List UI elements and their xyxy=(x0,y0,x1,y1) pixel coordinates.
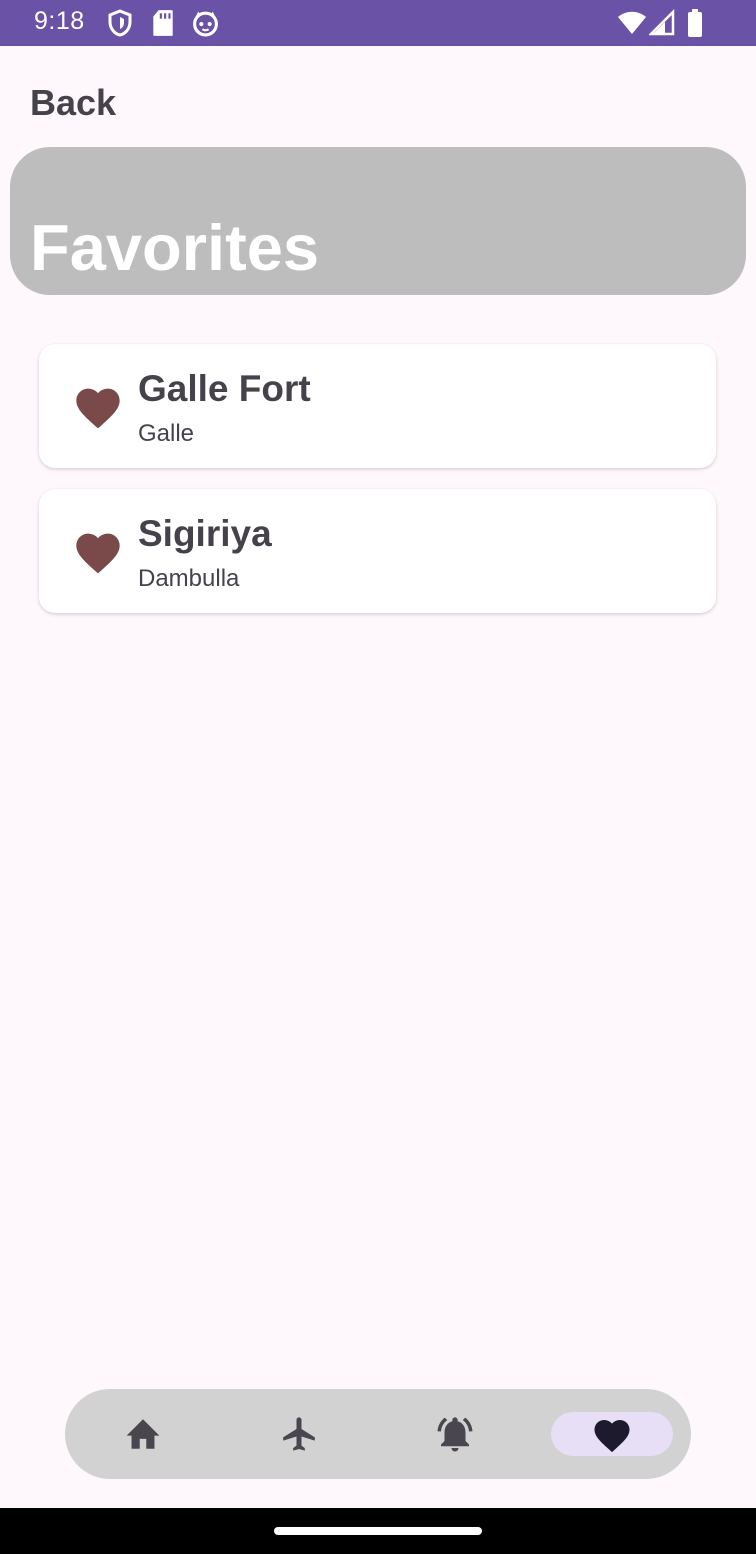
favorite-card[interactable]: Sigiriya Dambulla xyxy=(39,489,716,613)
page-title: Favorites xyxy=(30,211,320,284)
status-bar: 9:18 xyxy=(0,0,756,46)
system-gesture-bar xyxy=(0,1508,756,1554)
cat-face-icon xyxy=(193,11,218,37)
battery-icon xyxy=(688,9,702,37)
nav-favorites[interactable] xyxy=(551,1412,673,1456)
home-icon xyxy=(126,1419,160,1449)
shield-icon xyxy=(108,9,132,37)
favorite-location: Dambulla xyxy=(138,565,240,592)
nav-home[interactable] xyxy=(82,1412,204,1456)
sd-card-icon xyxy=(153,10,173,36)
airplane-icon xyxy=(283,1417,315,1451)
back-button[interactable]: Back xyxy=(30,82,116,124)
wifi-icon xyxy=(618,11,646,34)
favorite-card[interactable]: Galle Fort Galle xyxy=(39,344,716,468)
favorite-title: Sigiriya xyxy=(138,513,272,554)
nav-flights[interactable] xyxy=(238,1412,360,1456)
heart-icon xyxy=(594,1420,630,1453)
favorite-title: Galle Fort xyxy=(138,368,311,409)
signal-icon xyxy=(649,9,675,36)
notification-bell-icon xyxy=(437,1417,473,1452)
favorites-header: Favorites xyxy=(10,147,746,295)
status-time: 9:18 xyxy=(34,7,85,35)
home-gesture-handle[interactable] xyxy=(274,1527,482,1535)
heart-icon[interactable] xyxy=(72,382,124,430)
favorite-location: Galle xyxy=(138,420,195,447)
bottom-navigation xyxy=(65,1389,691,1479)
nav-notifications[interactable] xyxy=(394,1412,516,1456)
heart-icon[interactable] xyxy=(72,527,124,575)
